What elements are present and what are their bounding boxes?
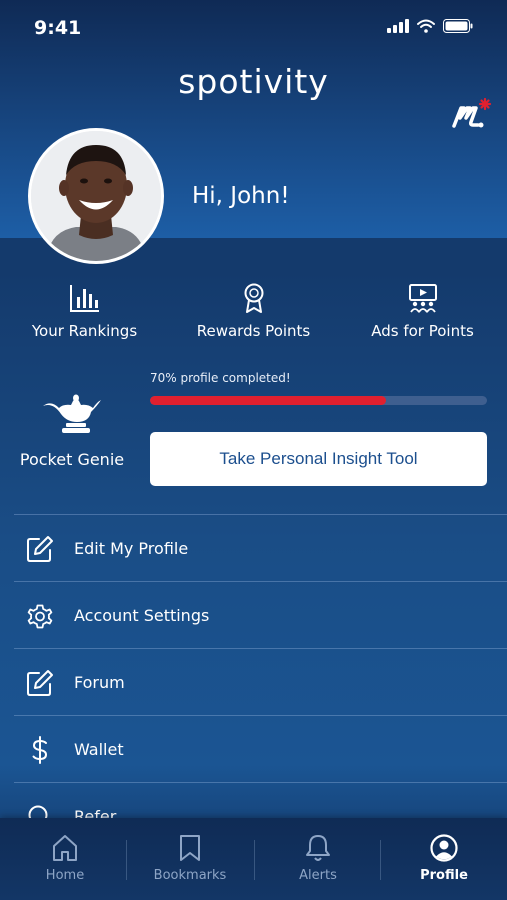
user-circle-icon (430, 834, 458, 862)
your-rankings-button[interactable]: Your Rankings (0, 282, 169, 340)
rewards-points-label: Rewards Points (196, 322, 311, 340)
menu-item-account-settings[interactable]: Account Settings (14, 581, 507, 648)
battery-icon (443, 19, 473, 33)
tab-home[interactable]: Home (2, 818, 128, 900)
profile-progress-bar (150, 396, 487, 405)
menu-item-wallet[interactable]: Wallet (14, 715, 507, 782)
user-photo (31, 131, 161, 261)
avatar[interactable] (28, 128, 164, 264)
genie-lamp-icon (43, 394, 101, 433)
bell-icon (306, 835, 330, 861)
home-icon (53, 835, 77, 861)
tab-profile[interactable]: Profile (381, 818, 507, 900)
dollar-icon (32, 736, 48, 764)
brand-wordmark: spotivity (178, 62, 329, 101)
tab-alerts[interactable]: Alerts (255, 818, 381, 900)
take-personal-insight-button[interactable]: Take Personal Insight Tool (150, 432, 487, 486)
tab-bookmarks[interactable]: Bookmarks (127, 818, 253, 900)
bar-chart-icon (69, 285, 99, 312)
tab-alerts-label: Alerts (299, 868, 337, 883)
award-ribbon-icon (244, 283, 263, 313)
greeting-text: Hi, John! (192, 183, 290, 209)
signal-icon (387, 19, 409, 33)
profile-progress-label: 70% profile completed! (150, 371, 291, 385)
profile-menu: Edit My Profile Account Settings Forum W… (14, 514, 507, 849)
edit-square-icon (27, 536, 53, 562)
quick-actions: Your Rankings Rewards Points Ads for Poi… (0, 282, 507, 342)
brand-logo-icon (452, 97, 492, 128)
status-time: 9:41 (34, 17, 82, 39)
rewards-points-button[interactable]: Rewards Points (169, 282, 338, 340)
menu-item-label: Forum (74, 673, 125, 692)
profile-progress-fill (150, 396, 386, 405)
menu-item-edit-profile[interactable]: Edit My Profile (14, 514, 507, 581)
menu-item-label: Wallet (74, 740, 124, 759)
your-rankings-label: Your Rankings (31, 322, 138, 340)
take-personal-insight-label: Take Personal Insight Tool (219, 449, 418, 468)
gear-icon (27, 604, 53, 629)
ads-for-points-label: Ads for Points (371, 322, 474, 340)
tab-profile-label: Profile (420, 868, 468, 883)
edit-square-icon (27, 670, 53, 696)
menu-item-label: Account Settings (74, 606, 210, 625)
pocket-genie-button[interactable]: Pocket Genie (14, 392, 130, 469)
bookmark-icon (180, 835, 200, 861)
status-bar: 9:41 (0, 0, 507, 56)
video-audience-icon (408, 284, 437, 313)
menu-item-label: Edit My Profile (74, 539, 189, 558)
pocket-genie-label: Pocket Genie (19, 450, 125, 469)
bottom-tab-bar: Home Bookmarks Alerts Profile (0, 818, 507, 900)
tab-bookmarks-label: Bookmarks (153, 868, 227, 883)
wifi-icon (417, 19, 435, 33)
tab-home-label: Home (45, 868, 85, 883)
profile-screen: 9:41 spotivity Hi, John! Your Rankings R… (0, 0, 507, 900)
menu-item-forum[interactable]: Forum (14, 648, 507, 715)
status-icons (387, 19, 473, 33)
ads-for-points-button[interactable]: Ads for Points (338, 282, 507, 340)
